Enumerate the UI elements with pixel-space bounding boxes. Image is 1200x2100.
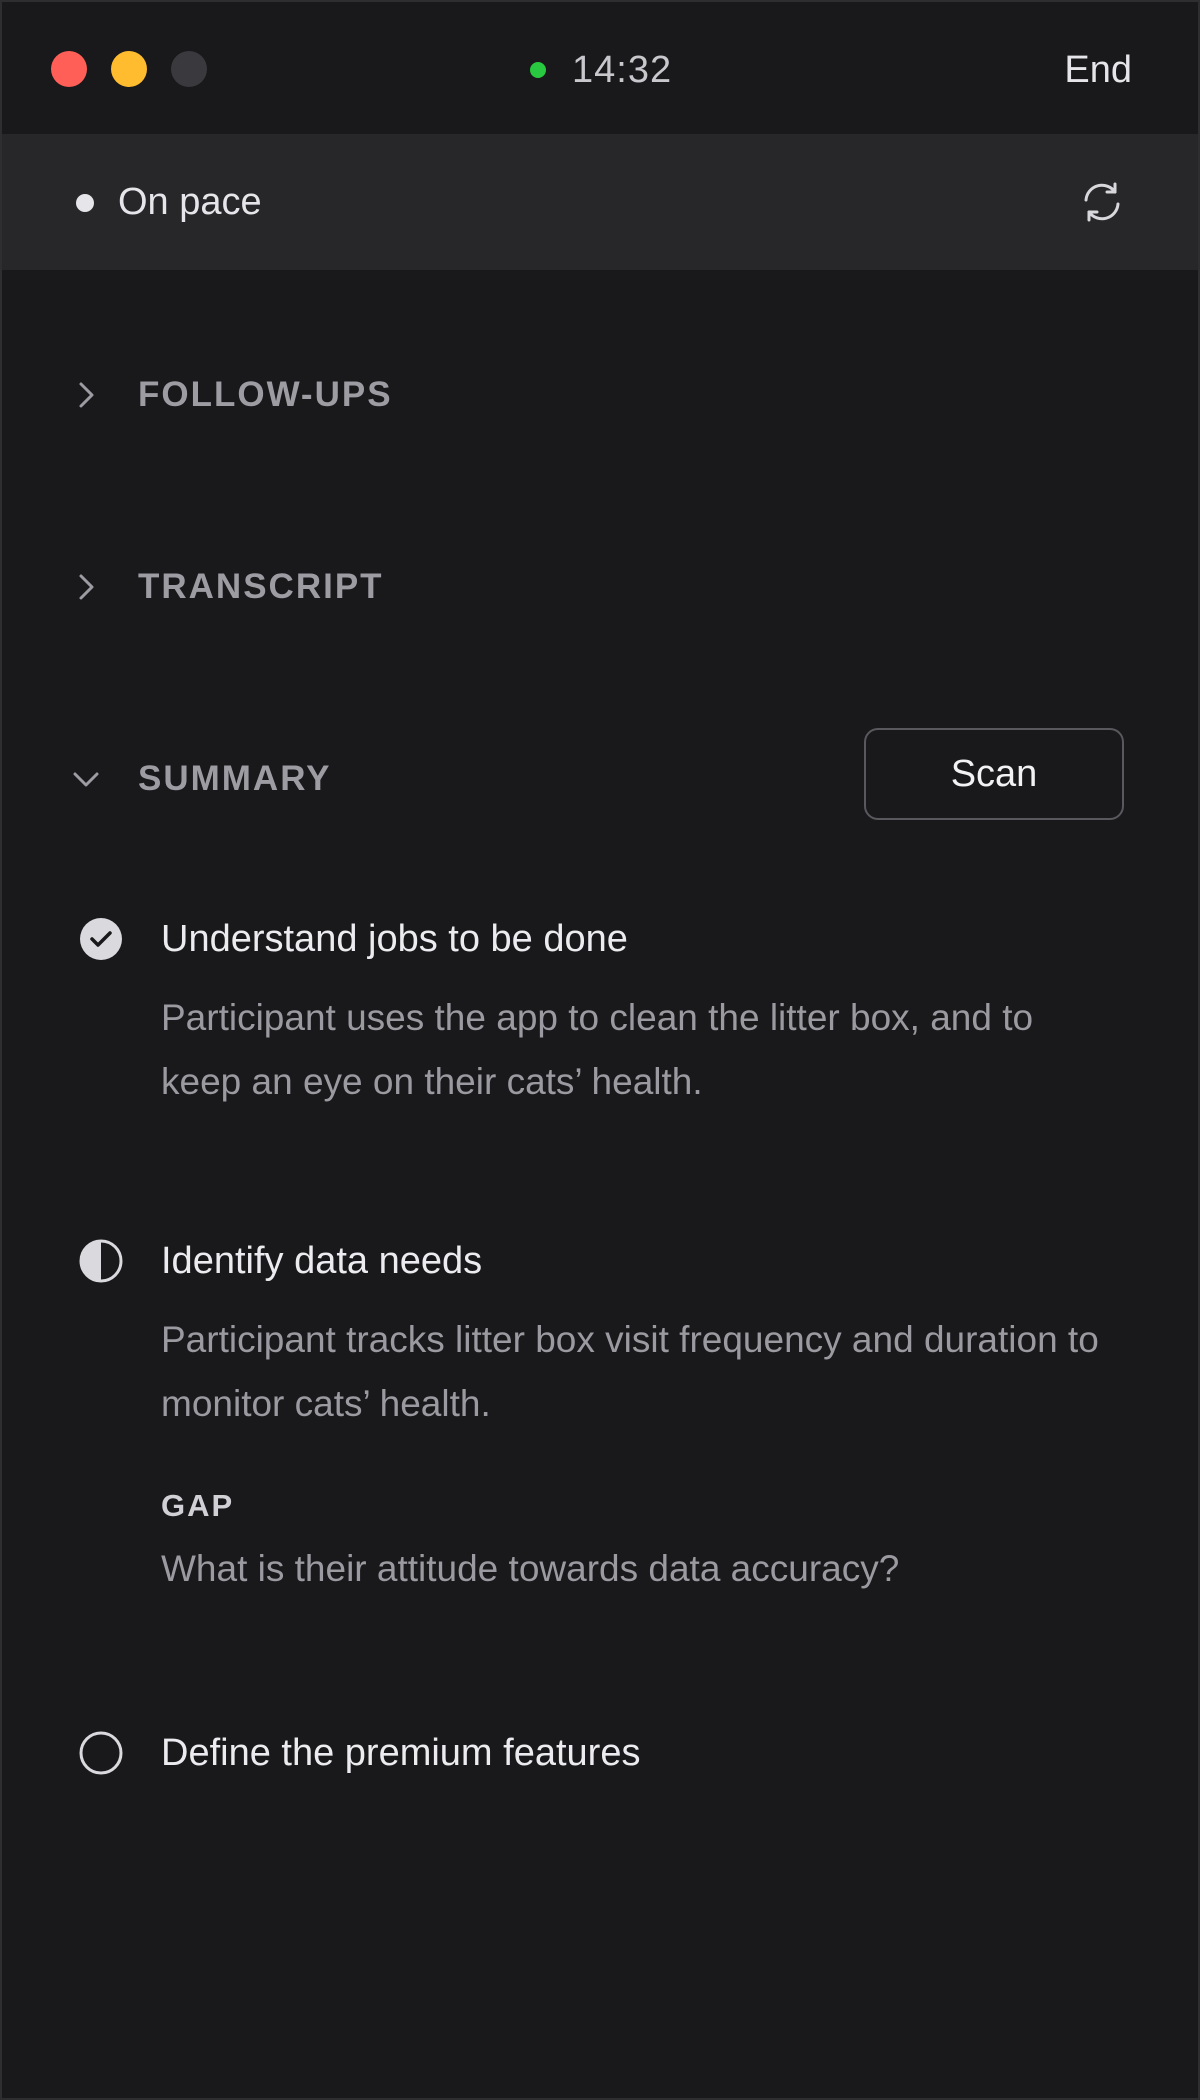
goal-title: Define the premium features — [161, 1732, 641, 1774]
refresh-icon[interactable] — [1080, 180, 1124, 224]
session-timer: 14:32 — [530, 42, 672, 98]
end-session-button[interactable]: End — [1064, 42, 1132, 98]
goal-description: Participant uses the app to clean the li… — [161, 997, 1034, 1102]
chevron-right-icon — [79, 574, 94, 600]
window-close-button[interactable] — [51, 51, 87, 87]
empty-circle-icon — [79, 1731, 123, 1775]
title-bar: 14:32 End — [2, 2, 1198, 134]
goal-title: Understand jobs to be done — [161, 918, 628, 960]
followups-section-title: FOLLOW-UPS — [138, 375, 393, 414]
status-dot-icon — [76, 194, 94, 212]
gap-question: What is their attitude towards data accu… — [161, 1548, 900, 1589]
chevron-right-icon — [79, 382, 94, 408]
transcript-section-title: TRANSCRIPT — [138, 567, 384, 606]
scan-button[interactable]: Scan — [864, 728, 1124, 820]
transcript-section-toggle[interactable]: TRANSCRIPT — [2, 552, 1198, 622]
chevron-down-icon — [73, 772, 99, 787]
pace-status-text: On pace — [118, 181, 262, 223]
goal-title: Identify data needs — [161, 1240, 483, 1282]
followups-section-toggle[interactable]: FOLLOW-UPS — [2, 360, 1198, 430]
window-zoom-button[interactable] — [171, 51, 207, 87]
check-circle-icon — [80, 918, 122, 960]
summary-section-title: SUMMARY — [138, 759, 332, 798]
pace-status-bar: On pace — [2, 134, 1198, 270]
timer-text: 14:32 — [572, 48, 673, 91]
live-indicator-icon — [530, 62, 546, 78]
app-window: 14:32 End On pace FOLLOW-UPS TRANSCRIPT — [0, 0, 1200, 2100]
half-circle-icon — [79, 1239, 123, 1283]
goal-description: Participant tracks litter box visit freq… — [161, 1319, 1099, 1424]
gap-label: GAP — [161, 1488, 235, 1523]
window-minimize-button[interactable] — [111, 51, 147, 87]
